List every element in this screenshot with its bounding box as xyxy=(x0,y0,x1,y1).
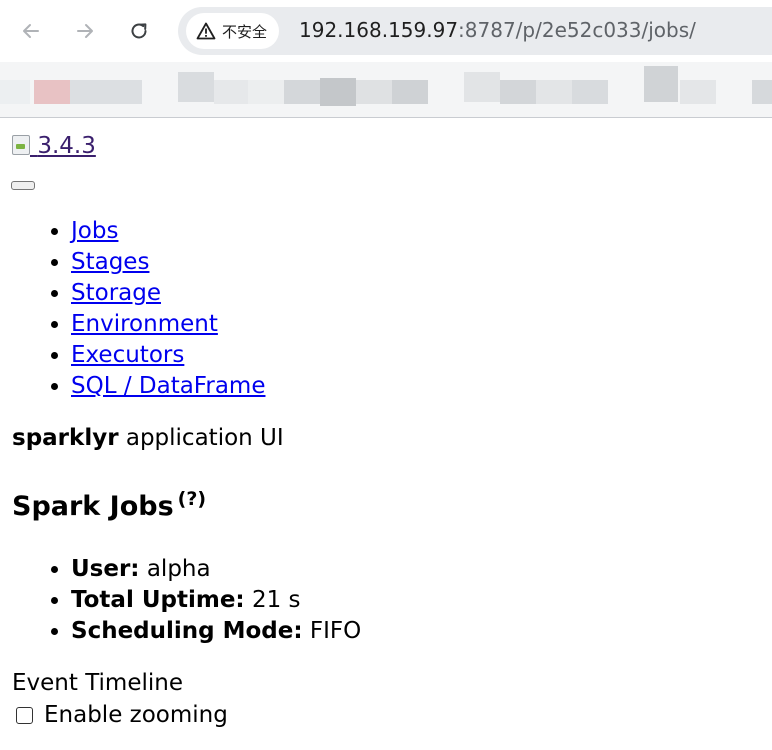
event-timeline-toggle[interactable]: Event Timeline xyxy=(12,670,183,696)
summary-user-label: User: xyxy=(71,556,140,582)
app-name-line: sparklyr application UI xyxy=(12,425,284,451)
bookmark-item[interactable] xyxy=(356,80,392,104)
arrow-right-icon xyxy=(77,24,93,38)
arrow-left-icon xyxy=(23,24,39,38)
bookmark-item[interactable] xyxy=(392,80,428,104)
spark-logo-link[interactable]: 3.4.3 xyxy=(12,133,96,159)
bookmark-item[interactable] xyxy=(680,80,716,104)
nav-menu: Jobs Stages Storage Environment Executor… xyxy=(0,216,265,402)
bookmark-item[interactable] xyxy=(464,72,500,102)
nav-item-environment: Environment xyxy=(71,309,265,340)
bookmark-item[interactable] xyxy=(178,72,214,102)
enable-zooming-checkbox[interactable] xyxy=(16,706,33,724)
nav-link-environment[interactable]: Environment xyxy=(71,311,218,337)
bookmark-item[interactable] xyxy=(214,80,248,104)
summary-uptime-label: Total Uptime: xyxy=(71,587,245,613)
bookmark-item[interactable] xyxy=(70,80,142,104)
bookmark-item[interactable] xyxy=(500,80,536,104)
bookmark-item[interactable] xyxy=(0,80,30,104)
page-title-text: Spark Jobs xyxy=(12,491,174,522)
nav-item-stages: Stages xyxy=(71,247,265,278)
help-tooltip-icon[interactable]: (?) xyxy=(178,488,206,510)
bookmark-item[interactable] xyxy=(752,80,772,104)
app-name-suffix: application UI xyxy=(125,425,284,451)
bookmark-item[interactable] xyxy=(572,80,608,104)
summary-uptime-value: 21 s xyxy=(251,587,301,613)
bookmark-item[interactable] xyxy=(320,78,356,106)
security-chip[interactable]: 不安全 xyxy=(186,13,280,49)
url-host: 192.168.159.97 xyxy=(299,18,459,42)
address-bar[interactable]: 不安全 192.168.159.97:8787/p/2e52c033/jobs/ xyxy=(178,7,772,55)
nav-item-executors: Executors xyxy=(71,340,265,371)
bookmark-item[interactable] xyxy=(284,80,320,104)
summary-mode-label: Scheduling Mode: xyxy=(71,618,303,644)
bookmark-item[interactable] xyxy=(34,80,70,104)
summary-uptime: Total Uptime: 21 s xyxy=(71,585,361,616)
back-button[interactable] xyxy=(14,14,48,48)
summary-mode-value: FIFO xyxy=(309,618,362,644)
enable-zooming-label: Enable zooming xyxy=(44,702,228,728)
page-title: Spark Jobs (?) xyxy=(12,488,206,522)
url-text[interactable]: 192.168.159.97:8787/p/2e52c033/jobs/ xyxy=(299,18,696,42)
url-path: :8787/p/2e52c033/jobs/ xyxy=(458,18,696,42)
nav-item-sql: SQL / DataFrame xyxy=(71,371,265,402)
bookmark-item[interactable] xyxy=(248,80,284,104)
reload-icon xyxy=(131,23,147,39)
nav-link-executors[interactable]: Executors xyxy=(71,342,184,368)
bookmark-item[interactable] xyxy=(644,66,678,102)
security-label: 不安全 xyxy=(222,22,268,41)
nav-link-jobs[interactable]: Jobs xyxy=(71,218,118,244)
broken-image-icon xyxy=(12,135,30,155)
warning-triangle-icon xyxy=(196,22,216,40)
nav-link-storage[interactable]: Storage xyxy=(71,280,161,306)
bookmarks-bar xyxy=(0,62,772,118)
forward-button[interactable] xyxy=(68,14,102,48)
nav-link-stages[interactable]: Stages xyxy=(71,249,149,275)
navbar-toggle-button[interactable] xyxy=(11,181,35,190)
summary-user-value: alpha xyxy=(146,556,211,582)
nav-item-storage: Storage xyxy=(71,278,265,309)
spark-version: 3.4.3 xyxy=(37,133,96,159)
summary-list: User: alpha Total Uptime: 21 s Schedulin… xyxy=(0,554,361,647)
summary-user: User: alpha xyxy=(71,554,361,585)
reload-button[interactable] xyxy=(122,14,156,48)
nav-link-sql-dataframe[interactable]: SQL / DataFrame xyxy=(71,373,265,399)
nav-item-jobs: Jobs xyxy=(71,216,265,247)
browser-toolbar: 不安全 192.168.159.97:8787/p/2e52c033/jobs/ xyxy=(0,0,772,62)
bookmark-item[interactable] xyxy=(536,80,572,104)
summary-scheduling-mode: Scheduling Mode: FIFO xyxy=(71,616,361,647)
enable-zooming-option[interactable]: Enable zooming xyxy=(16,702,228,728)
app-name: sparklyr xyxy=(12,425,119,451)
